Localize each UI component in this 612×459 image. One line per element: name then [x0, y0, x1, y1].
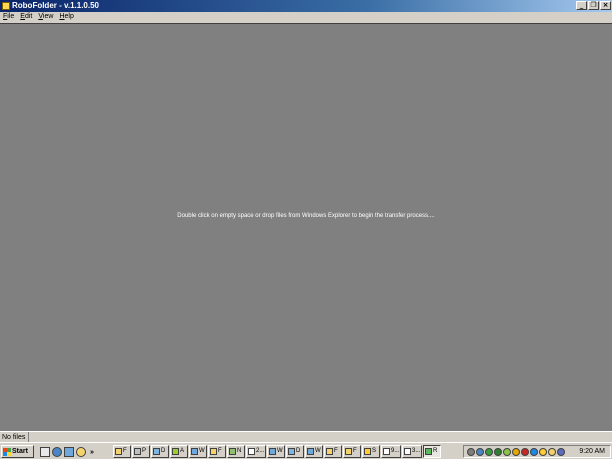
menu-label-rest: elp	[64, 13, 74, 20]
smiley-icon[interactable]	[539, 447, 547, 456]
close-icon: ×	[602, 1, 609, 9]
taskbar-button-label: W	[277, 448, 283, 454]
menu-label-rest: ile	[7, 13, 15, 20]
drop-area[interactable]: Double click on empty space or drop file…	[0, 23, 612, 431]
taskbar-button[interactable]: 3...	[402, 445, 422, 458]
taskbar-button[interactable]: F	[208, 445, 226, 458]
taskbar-button-label: W	[199, 448, 205, 454]
taskbar-button-label: R	[433, 448, 438, 454]
restore-button[interactable]: ❐	[588, 1, 599, 10]
document-icon	[153, 448, 160, 455]
taskbar: Start » F P D A W F N 2... W D W F F S 9... 3... R 9:20 …	[0, 442, 612, 459]
taskbar-button-label: P	[142, 448, 147, 454]
menu-edit[interactable]: Edit	[17, 12, 35, 22]
close-button[interactable]: ×	[600, 1, 611, 10]
drop-hint-text: Double click on empty space or drop file…	[177, 213, 435, 219]
taskbar-button-label: F	[218, 448, 222, 454]
taskbar-button[interactable]: F	[324, 445, 342, 458]
menu-view[interactable]: View	[35, 12, 56, 22]
menu-label-rest: iew	[42, 13, 54, 20]
show-desktop-icon[interactable]	[40, 447, 50, 457]
status-bar: No files	[0, 431, 612, 442]
window-icon	[307, 448, 314, 455]
taskbar-button[interactable]: D	[286, 445, 304, 458]
taskbar-button[interactable]: W	[267, 445, 285, 458]
warning-icon[interactable]	[512, 447, 520, 456]
folder-icon	[326, 448, 333, 455]
taskbar-button[interactable]: W	[305, 445, 323, 458]
start-label: Start	[12, 448, 28, 455]
system-tray: 9:20 AM	[463, 445, 611, 458]
robofolder-icon[interactable]	[2, 2, 10, 10]
restore-icon: ❐	[590, 1, 597, 9]
window-icon	[269, 448, 276, 455]
robofolder-window: RoboFolder - v.1.1.0.50 _ ❐ × File Edit Vi…	[0, 0, 612, 442]
windows-logo-icon	[3, 447, 11, 456]
taskbar-button[interactable]: W	[189, 445, 207, 458]
program-icon	[134, 448, 141, 455]
task-buttons: F P D A W F N 2... W D W F F S 9... 3... R	[113, 445, 441, 458]
shield-icon[interactable]	[485, 447, 493, 456]
minimize-icon: _	[579, 1, 584, 9]
status-text: No files	[1, 432, 29, 442]
taskbar-button[interactable]: S	[362, 445, 380, 458]
start-button[interactable]: Start	[1, 445, 34, 458]
document-icon	[288, 448, 295, 455]
network-icon[interactable]	[476, 447, 484, 456]
taskbar-button[interactable]: P	[132, 445, 150, 458]
quick-launch: »	[40, 446, 96, 458]
clock[interactable]: 9:20 AM	[579, 448, 610, 455]
browser-icon[interactable]	[52, 447, 62, 457]
network-icon	[229, 448, 236, 455]
text-icon	[248, 448, 255, 455]
taskbar-button-label: 2...	[256, 448, 265, 454]
title-bar[interactable]: RoboFolder - v.1.1.0.50 _ ❐ ×	[0, 0, 612, 12]
minimize-button[interactable]: _	[576, 1, 587, 10]
taskbar-button-label: F	[123, 448, 127, 454]
taskbar-button[interactable]: N	[227, 445, 245, 458]
antivirus-icon[interactable]	[521, 447, 529, 456]
folder-icon	[115, 448, 122, 455]
mail-icon[interactable]	[548, 447, 556, 456]
taskbar-button-label: A	[180, 448, 185, 454]
taskbar-button[interactable]: F	[113, 445, 131, 458]
taskbar-button-label: D	[296, 448, 301, 454]
network-icon[interactable]	[64, 447, 74, 457]
taskbar-button-label: W	[315, 448, 321, 454]
window-title: RoboFolder - v.1.1.0.50	[12, 1, 99, 10]
taskbar-button-label: S	[372, 448, 377, 454]
sync-icon[interactable]	[530, 447, 538, 456]
menu-file[interactable]: File	[0, 12, 17, 22]
taskbar-button-label: D	[161, 448, 166, 454]
taskbar-button-label: F	[334, 448, 338, 454]
menu-bar: File Edit View Help	[0, 12, 612, 22]
monitor-icon[interactable]	[557, 447, 565, 456]
smiley-icon	[364, 448, 371, 455]
menu-label-rest: dit	[24, 13, 33, 20]
taskbar-button-label: 3...	[412, 448, 421, 454]
text-icon	[383, 448, 390, 455]
folder-icon	[345, 448, 352, 455]
media-player-icon[interactable]	[76, 447, 86, 457]
leaf-icon[interactable]	[503, 447, 511, 456]
taskbar-button-label: N	[237, 448, 242, 454]
taskbar-button[interactable]: A	[170, 445, 188, 458]
taskbar-button[interactable]: D	[151, 445, 169, 458]
taskbar-button-label: 9...	[391, 448, 400, 454]
menu-help[interactable]: Help	[56, 12, 76, 22]
taskbar-button-label: F	[353, 448, 357, 454]
speaker-icon[interactable]	[467, 447, 475, 456]
window-icon	[191, 448, 198, 455]
taskbar-button[interactable]: 2...	[246, 445, 266, 458]
taskbar-button[interactable]: 9...	[381, 445, 401, 458]
app-icon	[172, 448, 179, 455]
taskbar-button[interactable]: R	[423, 445, 441, 458]
quick-launch-more-button[interactable]: »	[88, 449, 96, 456]
taskbar-button[interactable]: F	[343, 445, 361, 458]
folder-icon	[210, 448, 217, 455]
window-controls: _ ❐ ×	[576, 1, 611, 11]
globe-icon[interactable]	[494, 447, 502, 456]
robofolder-icon	[425, 448, 432, 455]
text-icon	[404, 448, 411, 455]
